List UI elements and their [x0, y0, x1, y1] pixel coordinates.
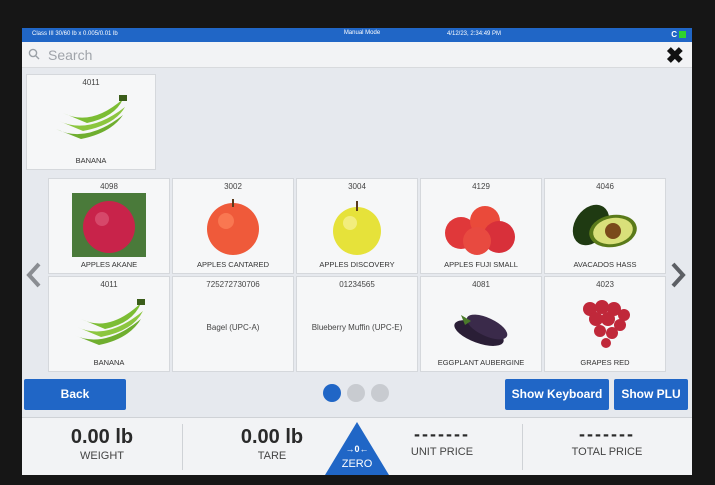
product-tile[interactable]: 4129 APPLES FUJI SMALL — [420, 178, 542, 274]
product-name: Bagel (UPC-A) — [206, 323, 260, 332]
unit-price-display: ------- UNIT PRICE — [377, 418, 507, 475]
product-name: Blueberry Muffin (UPC-E) — [311, 323, 403, 332]
product-tile[interactable]: 725272730706 Bagel (UPC-A) — [172, 276, 294, 372]
product-tile[interactable]: 01234565 Blueberry Muffin (UPC-E) — [296, 276, 418, 372]
product-tile[interactable]: 4046 AVACADOS HASS — [544, 178, 666, 274]
product-plu: 4098 — [100, 182, 118, 191]
total-price-display: ------- TOTAL PRICE — [537, 418, 677, 475]
apples-image — [441, 193, 521, 262]
product-plu: 4129 — [472, 182, 490, 191]
connection-status: C — [671, 30, 686, 39]
page-indicator — [323, 384, 389, 402]
product-name: APPLES CANTARED — [197, 260, 269, 269]
product-plu: 3002 — [224, 182, 242, 191]
yellow-apple-image — [324, 193, 390, 262]
page-dot[interactable] — [371, 384, 389, 402]
back-button[interactable]: Back — [24, 379, 126, 410]
mode-label: Manual Mode — [343, 30, 381, 36]
unit-price-label: UNIT PRICE — [410, 446, 474, 458]
scale-class-info: Class III 30/60 lb x 0.005/0.01 lb — [32, 31, 118, 37]
banana-image — [51, 89, 131, 154]
product-plu: 3004 — [348, 182, 366, 191]
zero-button[interactable]: →0← ZERO — [325, 422, 389, 475]
show-plu-button[interactable]: Show PLU — [614, 379, 688, 410]
page-dot-active[interactable] — [323, 384, 341, 402]
product-tile[interactable]: 4011 BANANA — [48, 276, 170, 372]
product-name: APPLES DISCOVERY — [319, 260, 395, 269]
page-dot[interactable] — [347, 384, 365, 402]
search-input[interactable]: Search — [48, 47, 92, 63]
product-plu: 4046 — [596, 182, 614, 191]
grapes-image — [570, 291, 640, 360]
product-tile[interactable]: 4098 APPLES AKANE — [48, 178, 170, 274]
divider — [182, 424, 183, 470]
recent-tile: 4011 BANANA — [27, 75, 155, 169]
product-plu: 01234565 — [339, 280, 375, 289]
product-name: APPLES FUJI SMALL — [444, 260, 518, 269]
chevron-left-icon[interactable] — [26, 261, 42, 297]
close-icon[interactable]: ✖ — [666, 43, 684, 69]
product-name: APPLES AKANE — [80, 260, 138, 269]
product-plu: 4023 — [596, 280, 614, 289]
divider — [522, 424, 523, 470]
recent-item-banana[interactable]: 4011 BANANA — [26, 74, 156, 170]
scale-screen: Class III 30/60 lb x 0.005/0.01 lb Manua… — [22, 28, 692, 475]
red-apple-image — [200, 193, 266, 262]
product-name: BANANA — [93, 358, 125, 367]
zero-label: ZERO — [341, 458, 373, 470]
zero-symbol: →0← — [345, 444, 369, 454]
weight-label: WEIGHT — [80, 450, 124, 462]
product-tile[interactable]: 3004 APPLES DISCOVERY — [296, 178, 418, 274]
red-apple-image — [72, 193, 146, 262]
recent-name: BANANA — [75, 156, 107, 165]
unit-price-value: ------- — [414, 424, 470, 444]
eggplant-image — [441, 299, 521, 360]
product-tile[interactable]: 3002 APPLES CANTARED — [172, 178, 294, 274]
search-icon — [28, 48, 40, 63]
product-tile[interactable]: 4023 GRAPES RED — [544, 276, 666, 372]
total-price-value: ------- — [579, 424, 635, 444]
datetime: 4/12/23, 2:34:49 PM — [447, 31, 502, 37]
product-name: AVACADOS HASS — [573, 260, 637, 269]
avocado-image — [565, 193, 645, 262]
recent-plu: 4011 — [82, 78, 100, 87]
status-ok-icon — [679, 31, 686, 38]
product-plu: 725272730706 — [206, 280, 260, 289]
product-plu: 4011 — [100, 280, 118, 289]
banana-image — [69, 291, 149, 360]
weight-display: 0.00 lb WEIGHT — [22, 418, 182, 475]
product-name: GRAPES RED — [580, 358, 630, 367]
chevron-right-icon[interactable] — [670, 261, 686, 297]
product-plu: 4081 — [472, 280, 490, 289]
show-keyboard-button[interactable]: Show Keyboard — [505, 379, 609, 410]
weight-value: 0.00 lb — [70, 426, 134, 448]
search-bar: Search ✖ — [22, 42, 692, 68]
total-price-label: TOTAL PRICE — [571, 446, 643, 458]
connection-letter: C — [671, 30, 677, 39]
product-name: EGGPLANT AUBERGINE — [437, 358, 525, 367]
product-tile[interactable]: 4081 EGGPLANT AUBERGINE — [420, 276, 542, 372]
